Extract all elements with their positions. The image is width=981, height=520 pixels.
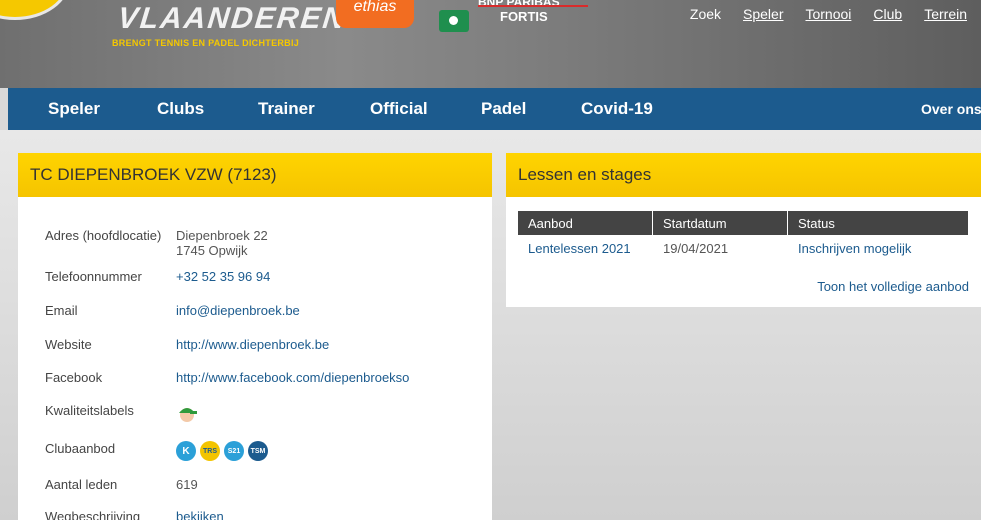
nav-item-over-ons[interactable]: Over ons [921,101,981,117]
logo-tagline: BRENGT TENNIS EN PADEL DICHTERBIJ [112,38,300,48]
utility-nav: Zoek Speler Tornooi Club Terrein [690,6,967,22]
lessons-table-header: Aanbod Startdatum Status [518,211,968,235]
kids-tennis-icon[interactable]: K [176,441,196,461]
address-line1: Diepenbroek 22 [176,228,268,243]
facebook-link[interactable]: http://www.facebook.com/diepenbroekso [176,370,476,385]
nav-item-trainer[interactable]: Trainer [258,99,315,119]
tsm-icon[interactable]: TSM [248,441,268,461]
s21-icon[interactable]: S21 [224,441,244,461]
directions-link[interactable]: bekijken [176,509,476,520]
logo-wordmark[interactable]: VLAANDEREN [116,2,348,36]
website-link[interactable]: http://www.diepenbroek.be [176,337,476,352]
utility-link-terrein[interactable]: Terrein [924,6,967,22]
address-value: Diepenbroek 22 1745 Opwijk [176,228,476,258]
members-value: 619 [176,477,198,492]
info-label: Email [45,303,78,318]
lessons-table: Aanbod Startdatum Status Lentelessen 202… [518,211,968,261]
sponsor-bnp-top-text: BNP PARIBAS [478,0,588,7]
utility-link-speler[interactable]: Speler [743,6,783,22]
nav-item-clubs[interactable]: Clubs [157,99,204,119]
nav-item-covid[interactable]: Covid-19 [581,99,653,119]
quality-label-cap-icon[interactable] [176,403,198,423]
tennis-ball-logo-icon[interactable] [0,0,70,20]
info-label: Adres (hoofdlocatie) [45,228,162,243]
utility-link-zoek[interactable]: Zoek [690,6,721,22]
trs-icon[interactable]: TRS [200,441,220,461]
nav-item-speler[interactable]: Speler [48,99,100,119]
site-header: VLAANDEREN BRENGT TENNIS EN PADEL DICHTE… [0,0,981,88]
club-offer-badges: K TRS S21 TSM [176,441,476,461]
column-header-status: Status [798,215,835,231]
lesson-start-date: 19/04/2021 [663,240,729,256]
club-title: TC DIEPENBROEK VZW (7123) [18,153,492,197]
full-offer-link[interactable]: Toon het volledige aanbod [817,279,969,294]
sponsor-bnp-logo[interactable]: BNP PARIBAS FORTIS [478,0,588,23]
sponsor-ethias-logo[interactable]: ethias [336,0,414,28]
info-label: Clubaanbod [45,441,116,456]
sponsor-bnp-bottom-text: FORTIS [500,9,548,24]
info-label: Website [45,337,92,352]
lessons-panel: Lessen en stages Aanbod Startdatum Statu… [506,153,981,307]
utility-link-club[interactable]: Club [873,6,902,22]
info-label: Kwaliteitslabels [45,403,134,418]
table-row: Lentelessen 2021 19/04/2021 Inschrijven … [518,235,968,261]
utility-link-tornooi[interactable]: Tornooi [805,6,851,22]
email-link[interactable]: info@diepenbroek.be [176,303,476,318]
phone-link[interactable]: +32 52 35 96 94 [176,269,476,284]
info-label: Wegbeschrijving [45,509,141,520]
column-header-aanbod: Aanbod [518,211,653,235]
info-label: Telefoonnummer [45,269,142,284]
info-label: Facebook [45,370,103,385]
info-label: Aantal leden [45,477,118,492]
nav-item-official[interactable]: Official [370,99,428,119]
nav-item-padel[interactable]: Padel [481,99,526,119]
column-header-startdatum: Startdatum [653,211,788,235]
quality-labels-value [176,403,476,426]
main-navigation: Speler Clubs Trainer Official Padel Covi… [8,88,981,130]
bnp-star-icon[interactable] [439,10,469,32]
lesson-status-link[interactable]: Inschrijven mogelijk [788,235,968,261]
club-info-panel: TC DIEPENBROEK VZW (7123) Adres (hoofdlo… [18,153,492,520]
address-line2: 1745 Opwijk [176,243,248,258]
lesson-offer-link[interactable]: Lentelessen 2021 [518,235,653,261]
lessons-title: Lessen en stages [506,153,981,197]
